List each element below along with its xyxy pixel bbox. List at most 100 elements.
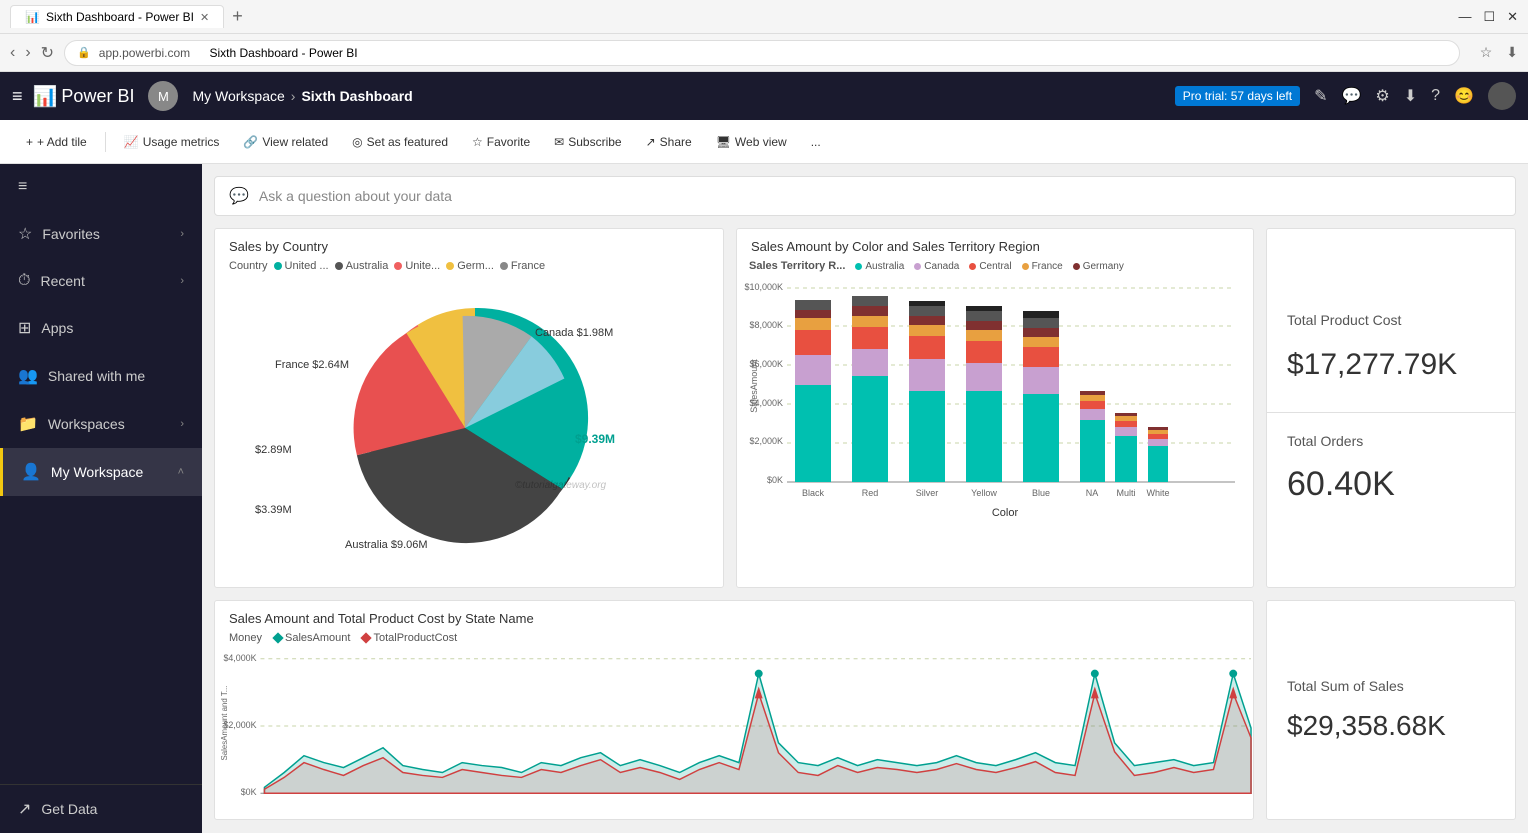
sidebar-hamburger-icon: ≡ — [18, 178, 27, 196]
pie-legend-item-3: Unite... — [394, 260, 440, 272]
view-related-icon: 🔗 — [243, 135, 258, 149]
set-as-featured-button[interactable]: ◎ Set as featured — [342, 131, 458, 153]
pie-label-france: France $2.64M — [275, 359, 349, 371]
user-avatar[interactable]: M — [148, 81, 178, 111]
set-featured-label: Set as featured — [367, 135, 448, 149]
chat-icon[interactable]: 💬 — [1342, 86, 1362, 106]
svg-text:Yellow: Yellow — [971, 488, 997, 498]
share-button[interactable]: ↗ Share — [636, 131, 702, 153]
browser-tab[interactable]: 📊 Sixth Dashboard - Power BI ✕ — [10, 5, 224, 28]
workspaces-arrow: › — [180, 418, 184, 430]
pie-svg: Canada $1.98M France $2.64M $2.89M $3.39… — [215, 278, 695, 548]
new-tab-button[interactable]: + — [232, 6, 243, 27]
maximize-button[interactable]: ☐ — [1483, 9, 1495, 25]
kpi2-label: Total Orders — [1267, 413, 1515, 449]
forward-button[interactable]: › — [25, 44, 30, 62]
more-icon: ... — [811, 135, 821, 149]
pie-chart-title: Sales by Country — [215, 229, 723, 260]
toolbar-separator-1 — [105, 132, 106, 152]
kpi3-label: Total Sum of Sales — [1267, 678, 1515, 694]
subscribe-button[interactable]: ✉ Subscribe — [544, 131, 631, 153]
favorite-label: Favorite — [487, 135, 530, 149]
svg-text:Red: Red — [862, 488, 879, 498]
sidebar: ≡ ☆ Favorites › ⏱ Recent › ⊞ Apps 👥 Shar… — [0, 164, 202, 833]
tab-favicon: 📊 — [25, 10, 40, 24]
pie-legend-item-2: Australia — [335, 260, 389, 272]
add-tile-label: + Add tile — [37, 135, 87, 149]
address-protocol: app.powerbi.com — [99, 46, 190, 60]
pie-legend-dot-1 — [274, 262, 282, 270]
minimize-button[interactable]: — — [1458, 9, 1471, 25]
web-view-button[interactable]: 🖥 Web view — [706, 131, 797, 153]
svg-text:Silver: Silver — [916, 488, 939, 498]
sidebar-item-recent[interactable]: ⏱ Recent › — [0, 258, 202, 304]
header-right: Pro trial: 57 days left ✎ 💬 ⚙ ⬇ ? 😊 — [1175, 82, 1516, 110]
sidebar-hamburger[interactable]: ≡ — [0, 164, 202, 210]
tile-bar-chart[interactable]: Sales Amount by Color and Sales Territor… — [736, 228, 1254, 588]
pie-slices-proper — [354, 316, 581, 543]
app-container: ≡ 📊 Power BI M My Workspace › Sixth Dash… — [0, 72, 1528, 833]
sidebar-item-myworkspace[interactable]: 👤 My Workspace ˄ — [0, 448, 202, 496]
download-icon[interactable]: ⬇ — [1506, 44, 1518, 61]
tile-kpi-sum-sales[interactable]: Total Sum of Sales $29,358.68K — [1266, 600, 1516, 820]
get-data-button[interactable]: ↗ Get Data — [0, 785, 202, 833]
bar-multi: Multi — [1115, 413, 1137, 498]
address-bar[interactable]: 🔒 app.powerbi.com Sixth Dashboard - Powe… — [64, 40, 1460, 66]
bar-legend-item-3: Central — [969, 261, 1011, 272]
download-header-icon[interactable]: ⬇ — [1404, 86, 1417, 106]
kpi1-value: $17,277.79K — [1267, 328, 1515, 382]
svg-text:$10,000K: $10,000K — [744, 282, 783, 292]
pie-label-us: $3.39M — [255, 504, 292, 516]
sidebar-item-workspaces[interactable]: 📁 Workspaces › — [0, 400, 202, 448]
hamburger-icon[interactable]: ≡ — [12, 86, 23, 107]
area-legend-item-1: SalesAmount — [274, 632, 350, 644]
help-icon[interactable]: ? — [1431, 87, 1440, 105]
breadcrumb-workspace[interactable]: My Workspace — [192, 88, 284, 104]
kpi3-value: $29,358.68K — [1267, 694, 1515, 742]
sidebar-item-label: Workspaces — [48, 416, 170, 432]
usage-metrics-button[interactable]: 📈 Usage metrics — [114, 131, 230, 153]
myworkspace-arrow: ˄ — [178, 466, 184, 478]
close-button[interactable]: ✕ — [1507, 9, 1518, 25]
sidebar-footer: ↗ Get Data — [0, 784, 202, 833]
tile-area-chart[interactable]: Sales Amount and Total Product Cost by S… — [214, 600, 1254, 820]
sidebar-item-shared[interactable]: 👥 Shared with me — [0, 352, 202, 400]
main-content: ≡ ☆ Favorites › ⏱ Recent › ⊞ Apps 👥 Shar… — [0, 164, 1528, 833]
share-icon: ↗ — [646, 135, 656, 149]
view-related-button[interactable]: 🔗 View related — [233, 131, 338, 153]
bar-legend-item-1: Australia — [855, 261, 904, 272]
bookmark-star-icon[interactable]: ☆ — [1480, 44, 1493, 61]
settings-icon[interactable]: ⚙ — [1375, 86, 1389, 106]
question-placeholder: Ask a question about your data — [259, 188, 452, 204]
subscribe-icon: ✉ — [554, 135, 564, 149]
smiley-icon[interactable]: 😊 — [1454, 86, 1474, 106]
back-button[interactable]: ‹ — [10, 44, 15, 62]
subscribe-label: Subscribe — [568, 135, 621, 149]
tab-close-button[interactable]: ✕ — [200, 11, 209, 24]
more-button[interactable]: ... — [801, 131, 831, 153]
profile-avatar[interactable] — [1488, 82, 1516, 110]
kpi1-label: Total Product Cost — [1267, 312, 1515, 328]
edit-icon[interactable]: ✎ — [1314, 86, 1327, 106]
pie-label-australia: Australia $9.06M — [345, 539, 428, 548]
svg-text:$2,000K: $2,000K — [749, 436, 783, 446]
tile-kpi-product-cost[interactable]: Total Product Cost $17,277.79K Total Ord… — [1266, 228, 1516, 588]
tiles-row-1: Sales by Country Country United ... Aust… — [214, 228, 1516, 588]
favorite-button[interactable]: ☆ Favorite — [462, 131, 540, 153]
pie-legend: Country United ... Australia Unite... — [215, 260, 723, 278]
svg-text:Color: Color — [992, 507, 1019, 519]
myworkspace-icon: 👤 — [21, 462, 41, 482]
kpi2-value: 60.40K — [1267, 449, 1515, 504]
bar-legend-item-5: Germany — [1073, 261, 1124, 272]
refresh-button[interactable]: ↻ — [41, 43, 54, 63]
question-bar[interactable]: 💬 Ask a question about your data — [214, 176, 1516, 216]
shared-icon: 👥 — [18, 366, 38, 386]
svg-text:$0K: $0K — [241, 787, 257, 797]
sidebar-item-apps[interactable]: ⊞ Apps — [0, 304, 202, 352]
tab-title: Sixth Dashboard - Power BI — [46, 10, 194, 24]
powerbi-text: Power BI — [61, 86, 134, 107]
tile-pie-chart[interactable]: Sales by Country Country United ... Aust… — [214, 228, 724, 588]
sidebar-item-favorites[interactable]: ☆ Favorites › — [0, 210, 202, 258]
sidebar-item-label: Favorites — [42, 226, 170, 242]
add-tile-button[interactable]: + + Add tile — [16, 131, 97, 153]
